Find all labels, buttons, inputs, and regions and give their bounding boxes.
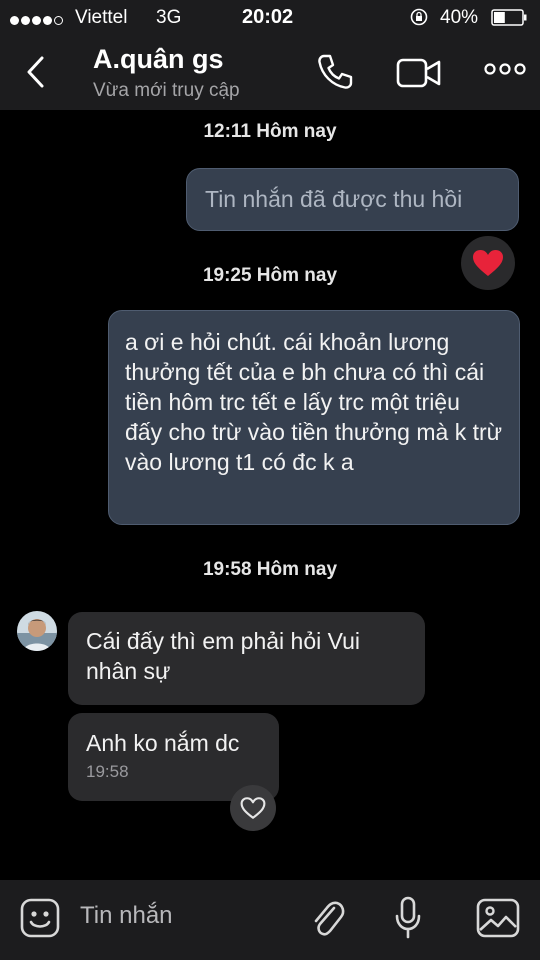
contact-name[interactable]: A.quân gs	[93, 44, 224, 75]
outgoing-message-text: a ơi e hỏi chút. cái khoản lương thưởng …	[125, 329, 503, 475]
heart-outline-icon	[240, 797, 266, 819]
microphone-icon[interactable]	[394, 896, 422, 940]
reaction-button[interactable]	[230, 785, 276, 831]
avatar-photo	[17, 611, 57, 651]
signal-strength-icon	[10, 12, 65, 30]
outgoing-message-bubble[interactable]: a ơi e hỏi chút. cái khoản lương thưởng …	[108, 310, 520, 525]
attachment-icon[interactable]	[310, 898, 346, 940]
status-bar: Viettel 3G 20:02 40%	[0, 0, 540, 36]
phone-icon[interactable]	[315, 52, 355, 92]
contact-status: Vừa mới truy cập	[93, 80, 240, 101]
more-icon[interactable]	[484, 62, 526, 76]
video-camera-icon[interactable]	[396, 56, 442, 90]
clock: 20:02	[242, 6, 294, 28]
image-icon[interactable]	[476, 898, 520, 938]
message-composer: Tin nhắn	[0, 880, 540, 960]
message-time: 19:58	[86, 762, 129, 781]
carrier-name: Viettel	[75, 7, 128, 28]
incoming-message-bubble[interactable]: Cái đấy thì em phải hỏi Vui nhân sự	[68, 612, 425, 705]
message-input[interactable]: Tin nhắn	[80, 902, 173, 930]
incoming-message-text: Cái đấy thì em phải hỏi Vui nhân sự	[86, 628, 361, 684]
battery-icon	[491, 9, 527, 26]
network-type: 3G	[156, 7, 182, 28]
timestamp-divider: 19:58 Hôm nay	[202, 559, 338, 580]
rotation-lock-icon	[410, 8, 428, 26]
timestamp-divider: 19:25 Hôm nay	[202, 265, 338, 286]
battery-percent: 40%	[440, 7, 479, 28]
incoming-message-text: Anh ko nắm dc	[86, 730, 240, 756]
emoji-icon[interactable]	[20, 898, 60, 938]
recalled-message-bubble[interactable]: Tin nhắn đã được thu hồi	[186, 168, 519, 231]
chat-header: A.quân gs Vừa mới truy cập	[0, 36, 540, 110]
recalled-message-text: Tin nhắn đã được thu hồi	[205, 186, 463, 212]
avatar[interactable]	[17, 611, 57, 651]
timestamp-divider: 12:11 Hôm nay	[203, 121, 337, 142]
back-icon[interactable]	[22, 54, 52, 90]
